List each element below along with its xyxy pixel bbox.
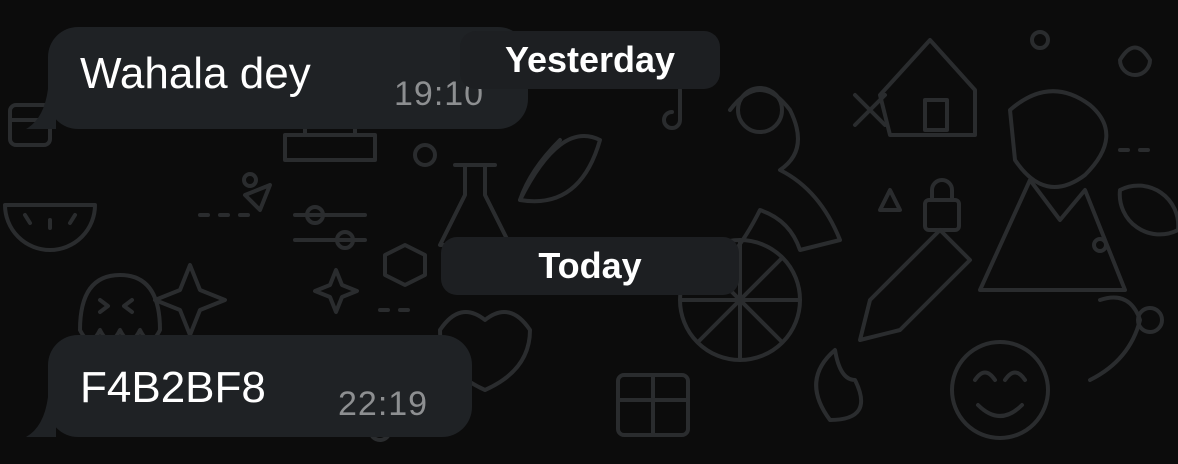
chat-conversation-view[interactable]: Wahala dey 19:10 Yesterday Today F4B2BF8…	[0, 0, 1178, 464]
date-separator-label: Today	[538, 245, 642, 286]
bubble-tail	[26, 397, 56, 437]
date-separator-yesterday: Yesterday	[460, 31, 720, 89]
message-timestamp: 22:19	[338, 385, 429, 423]
date-separator-label: Yesterday	[504, 39, 676, 80]
message-text: F4B2BF8	[80, 363, 266, 412]
message-bubble-incoming[interactable]: F4B2BF8 22:19	[26, 335, 472, 437]
date-separator-today: Today	[441, 237, 739, 295]
message-text: Wahala dey	[80, 49, 311, 98]
bubble-tail	[26, 89, 56, 129]
message-bubble-incoming[interactable]: Wahala dey 19:10	[26, 27, 528, 129]
